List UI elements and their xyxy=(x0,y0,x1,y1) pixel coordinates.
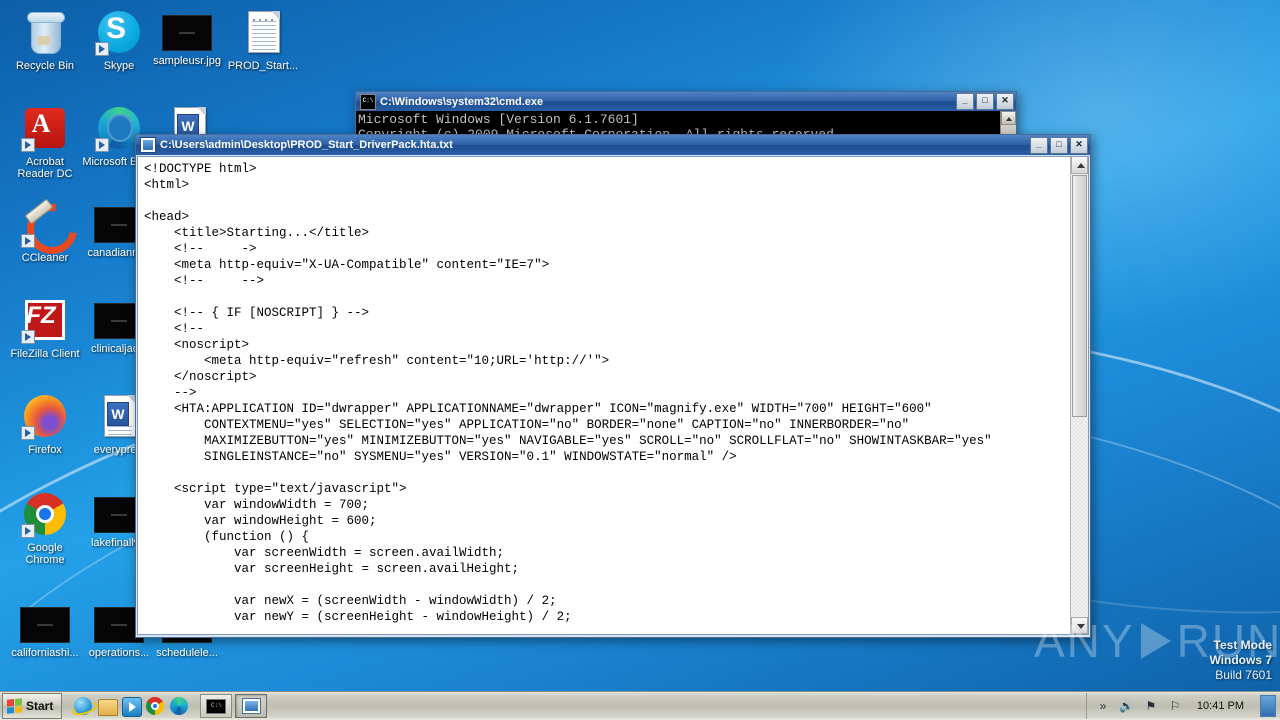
notepad-scroll-track[interactable] xyxy=(1071,417,1088,616)
play-triangle-icon xyxy=(1140,623,1171,659)
image-thumb-icon xyxy=(162,15,212,51)
internet-explorer-icon-glyph xyxy=(74,697,93,715)
cmd-window-buttons: _ □ ✕ xyxy=(956,93,1014,110)
image-thumb-icon xyxy=(20,607,70,643)
notepad-titlebar[interactable]: C:\Users\admin\Desktop\PROD_Start_Driver… xyxy=(136,135,1090,155)
test-mode-line-2: Windows 7 xyxy=(1209,653,1272,667)
cmd-close-button[interactable]: ✕ xyxy=(996,93,1014,110)
volume-icon[interactable]: 🔊 xyxy=(1119,698,1135,714)
chrome-icon[interactable] xyxy=(146,697,165,715)
system-tray[interactable]: » 🔊 ⚑ ⚐ 10:41 PM xyxy=(1085,693,1280,719)
test-mode-overlay: Test Mode Windows 7 Build 7601 xyxy=(1209,638,1272,683)
media-player-icon[interactable] xyxy=(122,697,143,717)
cmd-line-0: Microsoft Windows [Version 6.1.7601] xyxy=(358,112,639,127)
network-icon[interactable]: ⚐ xyxy=(1167,698,1183,714)
show-hidden-icons-button[interactable]: » xyxy=(1095,698,1111,714)
test-mode-line-1: Test Mode xyxy=(1213,638,1272,652)
desktop-icon-label: Firefox xyxy=(28,444,62,456)
desktop-icon-label: operations... xyxy=(88,647,150,659)
taskbar-clock[interactable]: 10:41 PM xyxy=(1191,700,1250,712)
shortcut-overlay-icon xyxy=(21,234,35,248)
notepad-window-buttons: _ □ ✕ xyxy=(1030,136,1088,154)
media-player-icon-glyph xyxy=(122,697,143,717)
notepad-window-icon xyxy=(140,137,156,153)
start-button[interactable]: Start xyxy=(2,693,63,719)
notepad-scroll-thumb[interactable] xyxy=(1072,175,1087,417)
desktop-icon-label: Skype xyxy=(103,60,135,72)
desktop-icon-label: PROD_Start... xyxy=(227,60,299,72)
edge-icon-glyph xyxy=(170,697,189,715)
action-center-icon[interactable]: ⚑ xyxy=(1143,698,1159,714)
shortcut-overlay-icon xyxy=(21,426,35,440)
notepad-scroll-up-arrow[interactable] xyxy=(1071,157,1088,174)
cmd-scroll-up-arrow[interactable] xyxy=(1001,111,1016,125)
taskbar[interactable]: Start C:\ » 🔊 ⚑ ⚐ 10:41 PM xyxy=(0,691,1280,720)
notepad-window-title: C:\Users\admin\Desktop\PROD_Start_Driver… xyxy=(160,139,453,151)
notepad-window[interactable]: C:\Users\admin\Desktop\PROD_Start_Driver… xyxy=(135,134,1091,638)
shortcut-overlay-icon xyxy=(21,330,35,344)
shortcut-overlay-icon xyxy=(21,524,35,538)
tray-icon-group: » 🔊 ⚑ ⚐ xyxy=(1095,698,1183,714)
windows-explorer-icon-glyph xyxy=(98,699,119,716)
desktop-icon-label: CCleaner xyxy=(21,252,69,264)
shortcut-overlay-icon xyxy=(95,42,109,56)
chrome-icon xyxy=(21,490,69,538)
desktop-icon-label: Recycle Bin xyxy=(15,60,75,72)
windows-logo-icon xyxy=(7,698,22,714)
desktop-icon-label: Acrobat Reader DC xyxy=(17,156,73,180)
desktop-icon-label: FileZilla Client xyxy=(10,348,80,360)
test-mode-line-3: Build 7601 xyxy=(1215,668,1272,682)
notepad-close-button[interactable]: ✕ xyxy=(1070,136,1088,154)
taskbar-button-notepad[interactable] xyxy=(235,694,268,718)
notepad-maximize-button[interactable]: □ xyxy=(1050,136,1068,154)
watermark-run-text: RUN xyxy=(1176,615,1280,667)
chrome-icon-glyph xyxy=(146,697,165,715)
desktop-icon-label: sampleusr.jpg xyxy=(153,55,221,67)
desktop-icon-acrobat-reader-dc[interactable]: A Acrobat Reader DC xyxy=(8,104,82,180)
desktop[interactable]: Recycle Bin S Skype sampleusr.jpg PROD_Start… xyxy=(0,0,1280,720)
shortcut-overlay-icon xyxy=(21,138,35,152)
desktop-icon-sampleusr-jpg[interactable]: sampleusr.jpg xyxy=(150,8,224,67)
desktop-icon-californiashi[interactable]: californiashi... xyxy=(8,600,82,659)
cmd-window-icon: C:\ xyxy=(360,93,376,110)
quick-launch-bar[interactable] xyxy=(74,697,189,717)
firefox-icon xyxy=(21,392,69,440)
desktop-icon-filezilla-client[interactable]: FZ FileZilla Client xyxy=(8,296,82,360)
cmd-window-title: C:\Windows\system32\cmd.exe xyxy=(380,95,544,108)
desktop-icon-ccleaner[interactable]: CCleaner xyxy=(8,194,87,264)
ccleaner-icon xyxy=(17,194,87,264)
desktop-icon-label: schedulele... xyxy=(156,647,218,659)
desktop-icon-skype[interactable]: S Skype xyxy=(82,8,156,72)
cmd-mini-icon: C:\ xyxy=(206,698,227,714)
filezilla-icon: FZ xyxy=(21,296,69,344)
desktop-icon-firefox[interactable]: Firefox xyxy=(8,392,82,456)
notepad-scroll-down-arrow[interactable] xyxy=(1071,617,1088,634)
desktop-icon-label: Google Chrome xyxy=(25,542,65,566)
start-button-label: Start xyxy=(26,699,54,713)
show-desktop-button[interactable] xyxy=(1260,695,1276,717)
desktop-icon-label: californiashi... xyxy=(11,647,79,659)
text-file-icon xyxy=(239,8,287,56)
desktop-icon-prod-start[interactable]: PROD_Start... xyxy=(226,8,300,72)
cmd-window-titlebar[interactable]: C:\ C:\Windows\system32\cmd.exe _ □ ✕ xyxy=(356,92,1016,111)
taskbar-button-cmd[interactable]: C:\ xyxy=(200,694,233,718)
cmd-minimize-button[interactable]: _ xyxy=(956,93,974,110)
notepad-file-content[interactable]: <!DOCTYPE html> <html> <head> <title>Sta… xyxy=(144,161,1066,625)
notepad-minimize-button[interactable]: _ xyxy=(1030,136,1048,154)
acrobat-icon: A xyxy=(21,104,69,152)
notepad-text-area[interactable]: <!DOCTYPE html> <html> <head> <title>Sta… xyxy=(137,156,1089,635)
taskbar-window-buttons[interactable]: C:\ xyxy=(200,694,268,718)
notepad-mini-icon xyxy=(241,698,261,714)
cmd-maximize-button[interactable]: □ xyxy=(976,93,994,110)
notepad-vertical-scrollbar[interactable] xyxy=(1070,157,1088,634)
skype-icon: S xyxy=(95,8,143,56)
recycle-bin-icon xyxy=(21,8,69,56)
shortcut-overlay-icon xyxy=(95,138,109,152)
edge-icon[interactable] xyxy=(170,697,189,715)
windows-explorer-icon[interactable] xyxy=(98,697,119,716)
internet-explorer-icon[interactable] xyxy=(74,697,93,715)
desktop-icon-google-chrome[interactable]: Google Chrome xyxy=(8,490,82,566)
desktop-icon-recycle-bin[interactable]: Recycle Bin xyxy=(8,8,82,72)
